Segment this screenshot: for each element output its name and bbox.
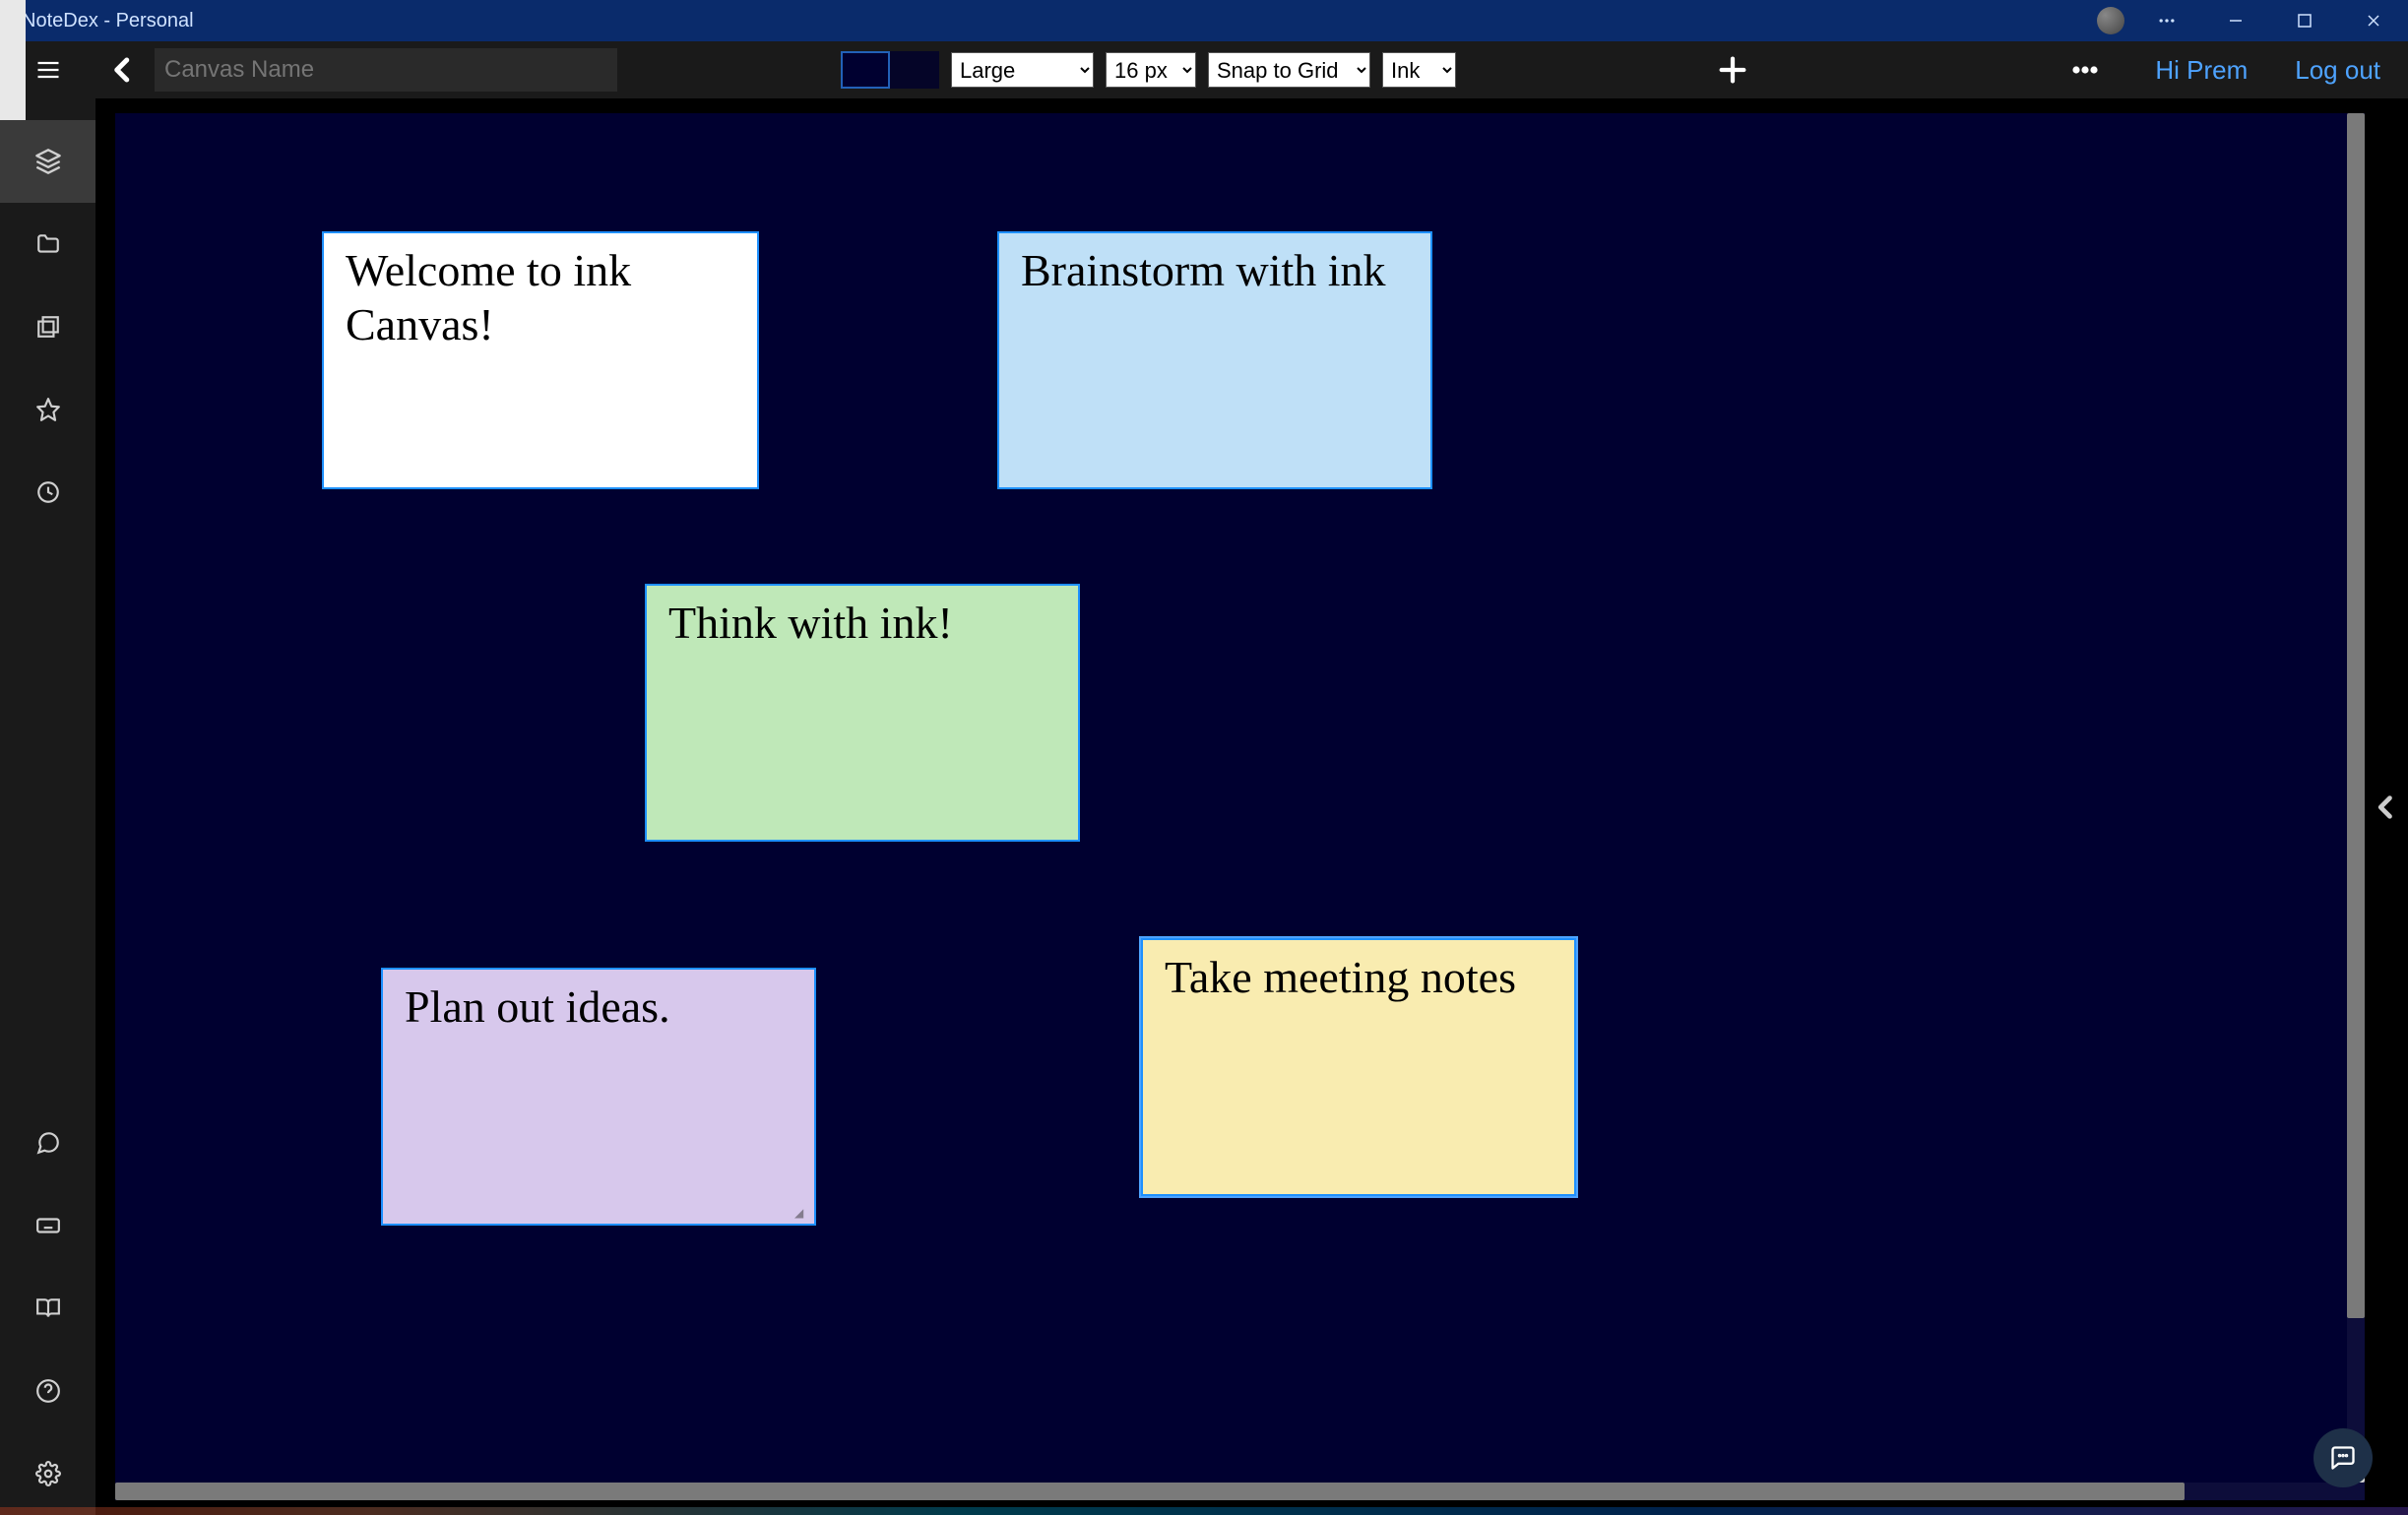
- vertical-scrollbar[interactable]: [2347, 113, 2365, 1483]
- right-panel-toggle[interactable]: [2365, 768, 2408, 847]
- canvas-viewport[interactable]: Welcome to ink Canvas! Brainstorm with in…: [115, 113, 2365, 1500]
- sticky-card-text: Brainstorm with ink: [1021, 243, 1411, 297]
- color-swatch-group: [841, 51, 939, 89]
- window-close-button[interactable]: [2339, 0, 2408, 41]
- sidebar-windows-icon[interactable]: [0, 285, 95, 368]
- sticky-card[interactable]: Think with ink!: [645, 584, 1080, 842]
- swatch-2[interactable]: [890, 51, 939, 89]
- window-titlebar: NoteDex - Personal: [0, 0, 2408, 41]
- user-avatar[interactable]: [2097, 7, 2124, 34]
- horizontal-scroll-thumb[interactable]: [115, 1483, 2185, 1500]
- chat-fab[interactable]: [2313, 1428, 2373, 1487]
- horizontal-scrollbar[interactable]: [115, 1483, 2365, 1500]
- add-button[interactable]: [1709, 46, 1756, 94]
- canvas-name-input[interactable]: [155, 48, 617, 92]
- snap-select[interactable]: Snap to GridFree: [1208, 52, 1370, 88]
- windows-icon: [35, 314, 61, 340]
- sticky-card-text: Take meeting notes: [1165, 950, 1554, 1004]
- sidebar: [0, 98, 95, 1515]
- sidebar-clock-icon[interactable]: [0, 451, 95, 534]
- sidebar-star-icon[interactable]: [0, 368, 95, 451]
- stacks-icon: [34, 148, 62, 175]
- taskbar-stripe: [0, 1507, 2408, 1515]
- window-maximize-button[interactable]: [2270, 0, 2339, 41]
- sidebar-help-icon[interactable]: [0, 1350, 95, 1432]
- sticky-card-text: Plan out ideas.: [405, 979, 794, 1034]
- chat-icon: [35, 1130, 61, 1156]
- toolbar-more-button[interactable]: [2060, 45, 2110, 95]
- vertical-scroll-thumb[interactable]: [2347, 113, 2365, 1318]
- help-icon: [35, 1378, 61, 1404]
- sidebar-stacks-icon[interactable]: [0, 120, 95, 203]
- window-title: NoteDex - Personal: [22, 10, 194, 32]
- logout-link[interactable]: Log out: [2295, 55, 2380, 86]
- sidebar-gear-icon[interactable]: [0, 1432, 95, 1515]
- font-size-select[interactable]: 12 px14 px16 px18 px20 px: [1106, 52, 1196, 88]
- size-select[interactable]: SmallMediumLargeX-Large: [951, 52, 1094, 88]
- sticky-card[interactable]: Plan out ideas. ◢: [381, 968, 816, 1226]
- sidebar-book-icon[interactable]: [0, 1267, 95, 1350]
- sticky-card[interactable]: Take meeting notes: [1141, 938, 1576, 1196]
- window-more-button[interactable]: [2132, 0, 2201, 41]
- folder-icon: [35, 231, 61, 257]
- user-greeting-link[interactable]: Hi Prem: [2155, 55, 2248, 86]
- resize-handle-icon[interactable]: ◢: [794, 1206, 810, 1222]
- sticky-card[interactable]: Welcome to ink Canvas!: [322, 231, 759, 489]
- clock-icon: [35, 479, 61, 505]
- back-button[interactable]: [103, 50, 143, 90]
- swatch-1[interactable]: [841, 51, 890, 89]
- app-toolbar: SmallMediumLargeX-Large 12 px14 px16 px1…: [0, 41, 2408, 98]
- sticky-card[interactable]: Brainstorm with ink: [997, 231, 1432, 489]
- sticky-card-text: Think with ink!: [668, 596, 1058, 650]
- book-icon: [35, 1295, 61, 1321]
- window-corner-outline: [0, 0, 26, 120]
- ink-canvas[interactable]: Welcome to ink Canvas! Brainstorm with in…: [115, 113, 2365, 1500]
- tool-select[interactable]: InkTextErase: [1382, 52, 1456, 88]
- sidebar-keyboard-icon[interactable]: [0, 1184, 95, 1267]
- star-icon: [35, 397, 61, 422]
- gear-icon: [35, 1461, 61, 1486]
- sidebar-chat-icon[interactable]: [0, 1102, 95, 1184]
- sticky-card-text: Welcome to ink Canvas!: [346, 243, 737, 351]
- keyboard-icon: [35, 1213, 61, 1238]
- sidebar-folder-icon[interactable]: [0, 203, 95, 285]
- window-minimize-button[interactable]: [2201, 0, 2270, 41]
